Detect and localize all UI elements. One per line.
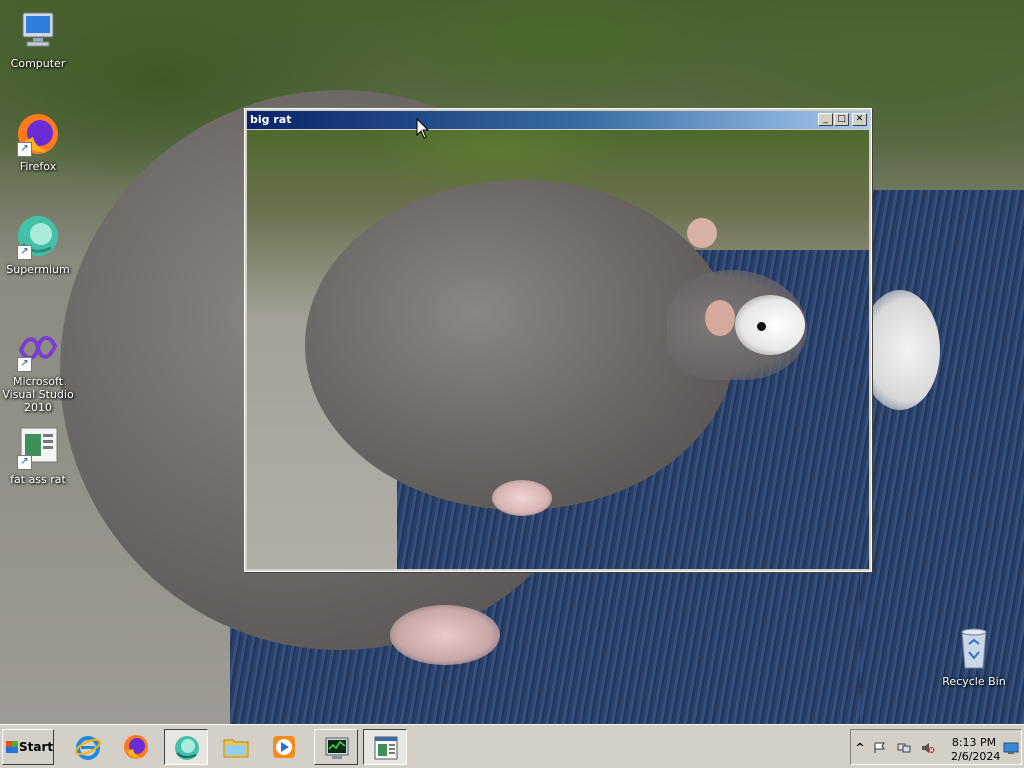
- clock-time[interactable]: 8:13 PM: [951, 736, 997, 749]
- image-viewer-icon: [374, 736, 398, 760]
- supermium-icon: ↗: [15, 214, 61, 260]
- recycle-bin-icon: [951, 626, 997, 672]
- action-center-flag-icon[interactable]: [873, 742, 887, 754]
- wallpaper-rat-face: [860, 290, 940, 410]
- volume-muted-icon[interactable]: [921, 742, 935, 754]
- mouse-cursor-icon: [416, 118, 430, 139]
- taskbar-file-explorer[interactable]: [214, 729, 258, 765]
- shortcut-arrow-icon: ↗: [17, 357, 32, 372]
- show-hidden-icons-button[interactable]: ^: [853, 742, 867, 754]
- windows-flag-icon: [6, 741, 18, 753]
- desktop-icon-label: Supermium: [6, 263, 70, 276]
- supermium-icon: [175, 736, 199, 760]
- image-rat-ear: [687, 218, 717, 248]
- system-tray: ^ 8:13 PM 2/6/2024: [850, 729, 1022, 765]
- image-rat-snout: [735, 295, 805, 355]
- firefox-icon: [124, 735, 148, 759]
- maximize-icon: □: [837, 114, 846, 124]
- desktop-icon-label: Firefox: [19, 160, 57, 173]
- clock-date[interactable]: 2/6/2024: [951, 750, 1000, 763]
- task-manager-icon: [325, 737, 349, 759]
- desktop-icon-firefox[interactable]: ↗ Firefox: [0, 111, 76, 173]
- taskbar-media-player[interactable]: [262, 729, 306, 765]
- desktop-icon-visual-studio[interactable]: ↗ Microsoft Visual Studio 2010: [0, 326, 76, 414]
- desktop-icon-supermium[interactable]: ↗ Supermium: [0, 214, 76, 276]
- visual-studio-icon: ↗: [15, 326, 61, 372]
- desktop-icon-computer[interactable]: Computer: [0, 8, 76, 70]
- taskbar: Start ^ 8:13 PM 2/6/2024: [0, 724, 1024, 768]
- firefox-icon: ↗: [15, 111, 61, 157]
- internet-explorer-icon: [75, 736, 101, 760]
- desktop[interactable]: Computer ↗ Firefox ↗ Supermium ↗ Microso…: [0, 0, 1024, 724]
- window-title: big rat: [250, 113, 292, 126]
- taskbar-task-manager[interactable]: [314, 729, 358, 765]
- desktop-icon-label: Microsoft Visual Studio 2010: [2, 375, 74, 414]
- desktop-icon-recycle-bin[interactable]: Recycle Bin: [936, 626, 1012, 688]
- taskbar-internet-explorer[interactable]: [66, 729, 110, 765]
- image-viewer-icon: ↗: [15, 424, 61, 470]
- image-window[interactable]: big rat _ □ ✕: [244, 108, 872, 572]
- shortcut-arrow-icon: ↗: [17, 142, 32, 157]
- image-rat-eye: [757, 322, 766, 331]
- desktop-icon-label: Computer: [10, 57, 66, 70]
- shortcut-arrow-icon: ↗: [17, 455, 32, 470]
- desktop-icon-fat-ass-rat[interactable]: ↗ fat ass rat: [0, 424, 76, 486]
- maximize-button[interactable]: □: [834, 113, 849, 126]
- window-titlebar[interactable]: big rat _ □ ✕: [247, 111, 869, 129]
- file-explorer-icon: [223, 739, 249, 758]
- media-player-icon: [273, 736, 295, 758]
- image-rat-paw: [492, 480, 552, 516]
- taskbar-supermium[interactable]: [164, 729, 208, 765]
- image-view: [247, 130, 869, 569]
- taskbar-image-viewer[interactable]: [363, 729, 407, 765]
- network-icon[interactable]: [897, 742, 911, 754]
- minimize-icon: _: [823, 114, 828, 124]
- show-desktop-icon[interactable]: [1003, 742, 1019, 754]
- start-button[interactable]: Start: [2, 729, 54, 765]
- wallpaper-rat-paw: [390, 605, 500, 665]
- minimize-button[interactable]: _: [818, 113, 833, 126]
- image-rat-ear: [705, 300, 735, 336]
- close-button[interactable]: ✕: [852, 113, 867, 126]
- taskbar-firefox[interactable]: [114, 729, 158, 765]
- shortcut-arrow-icon: ↗: [17, 245, 32, 260]
- desktop-icon-label: Recycle Bin: [942, 675, 1006, 688]
- start-label: Start: [19, 740, 54, 754]
- desktop-icon-label: fat ass rat: [10, 473, 66, 486]
- close-icon: ✕: [855, 114, 864, 124]
- computer-icon: [15, 8, 61, 54]
